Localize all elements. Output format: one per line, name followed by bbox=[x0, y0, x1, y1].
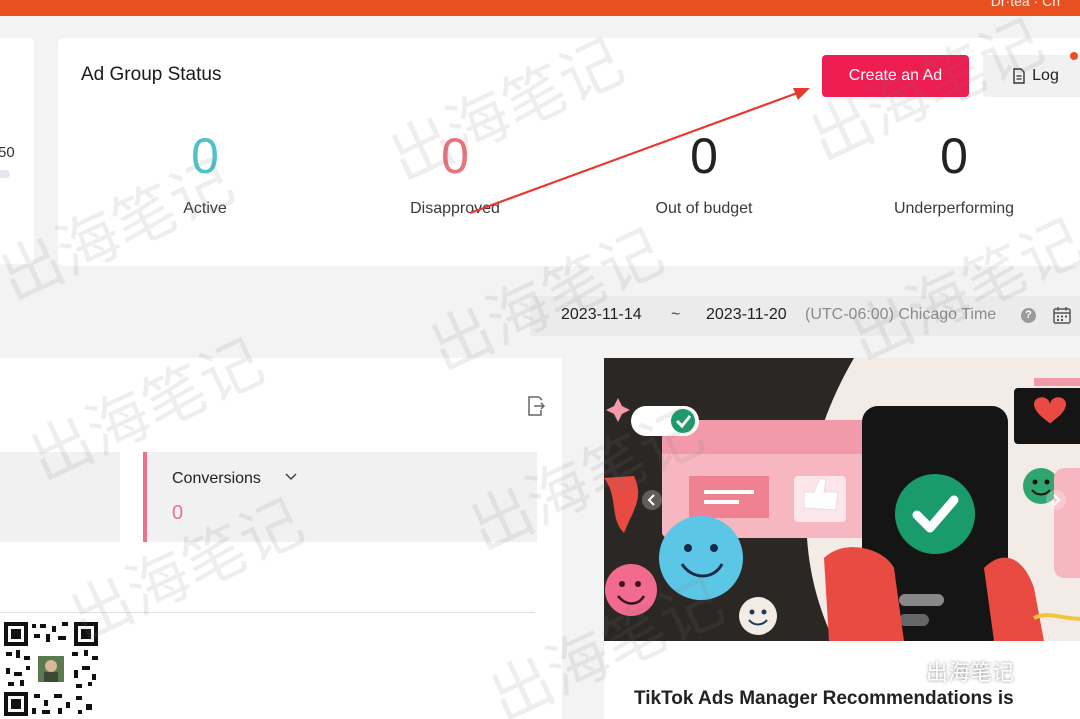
conversions-value: 0 bbox=[172, 502, 184, 524]
notification-dot bbox=[1070, 52, 1078, 60]
wechat-icon bbox=[881, 657, 916, 683]
log-button[interactable]: Log bbox=[983, 55, 1080, 97]
end-date[interactable]: 2023-11-20 bbox=[706, 306, 787, 324]
metric-out-of-budget[interactable]: 0 Out of budget bbox=[604, 124, 804, 218]
chevron-down-icon[interactable] bbox=[284, 472, 298, 482]
log-label: Log bbox=[1032, 67, 1059, 84]
promo-illustration bbox=[604, 358, 1080, 641]
top-bar-text: Dr·tea · Ch bbox=[990, 0, 1060, 9]
metric-cell[interactable] bbox=[0, 452, 120, 542]
start-date[interactable]: 2023-11-14 bbox=[561, 306, 642, 324]
metric-underperforming[interactable]: 0 Underperforming bbox=[854, 124, 1054, 218]
export-icon[interactable] bbox=[527, 396, 545, 416]
metric-label: Out of budget bbox=[655, 200, 753, 217]
qr-code-image bbox=[2, 620, 100, 718]
ad-group-status-card: Ad Group Status Create an Ad Log 0 Activ… bbox=[58, 38, 1080, 266]
metric-value: 0 bbox=[191, 128, 219, 184]
timezone-label: (UTC-06:00) Chicago Time bbox=[805, 306, 997, 323]
top-bar: Dr·tea · Ch bbox=[0, 0, 1080, 16]
watermark-badge-text: 出海笔记 bbox=[926, 660, 1015, 685]
calendar-icon[interactable] bbox=[1052, 305, 1072, 325]
promo-title[interactable]: TikTok Ads Manager Recommendations is bbox=[634, 688, 1014, 710]
metric-label: Active bbox=[183, 200, 227, 217]
status-card-title: Ad Group Status bbox=[81, 64, 222, 85]
conversions-metric-cell[interactable]: Conversions 0 bbox=[143, 452, 537, 542]
date-range-picker[interactable]: 2023-11-14 ~ 2023-11-20 (UTC-06:00) Chic… bbox=[530, 296, 1080, 336]
metric-active[interactable]: 0 Active bbox=[105, 124, 305, 218]
metric-label: Disapproved bbox=[410, 200, 500, 217]
metric-label: Underperforming bbox=[893, 200, 1015, 217]
metric-disapproved[interactable]: 0 Disapproved bbox=[355, 124, 555, 218]
left-card-bar bbox=[0, 170, 10, 178]
metric-value: 0 bbox=[690, 128, 718, 184]
left-card-number: 50 bbox=[0, 144, 15, 161]
create-ad-button[interactable]: Create an Ad bbox=[822, 55, 969, 97]
help-icon[interactable]: ? bbox=[1021, 308, 1036, 323]
conversions-label: Conversions bbox=[172, 470, 261, 487]
metric-value: 0 bbox=[441, 128, 469, 184]
left-summary-card: 50 bbox=[0, 38, 34, 264]
watermark-badge: 出海笔记 bbox=[880, 655, 1014, 687]
divider bbox=[0, 612, 535, 613]
date-separator: ~ bbox=[671, 306, 681, 323]
metric-value: 0 bbox=[940, 128, 968, 184]
document-icon bbox=[1013, 68, 1025, 84]
